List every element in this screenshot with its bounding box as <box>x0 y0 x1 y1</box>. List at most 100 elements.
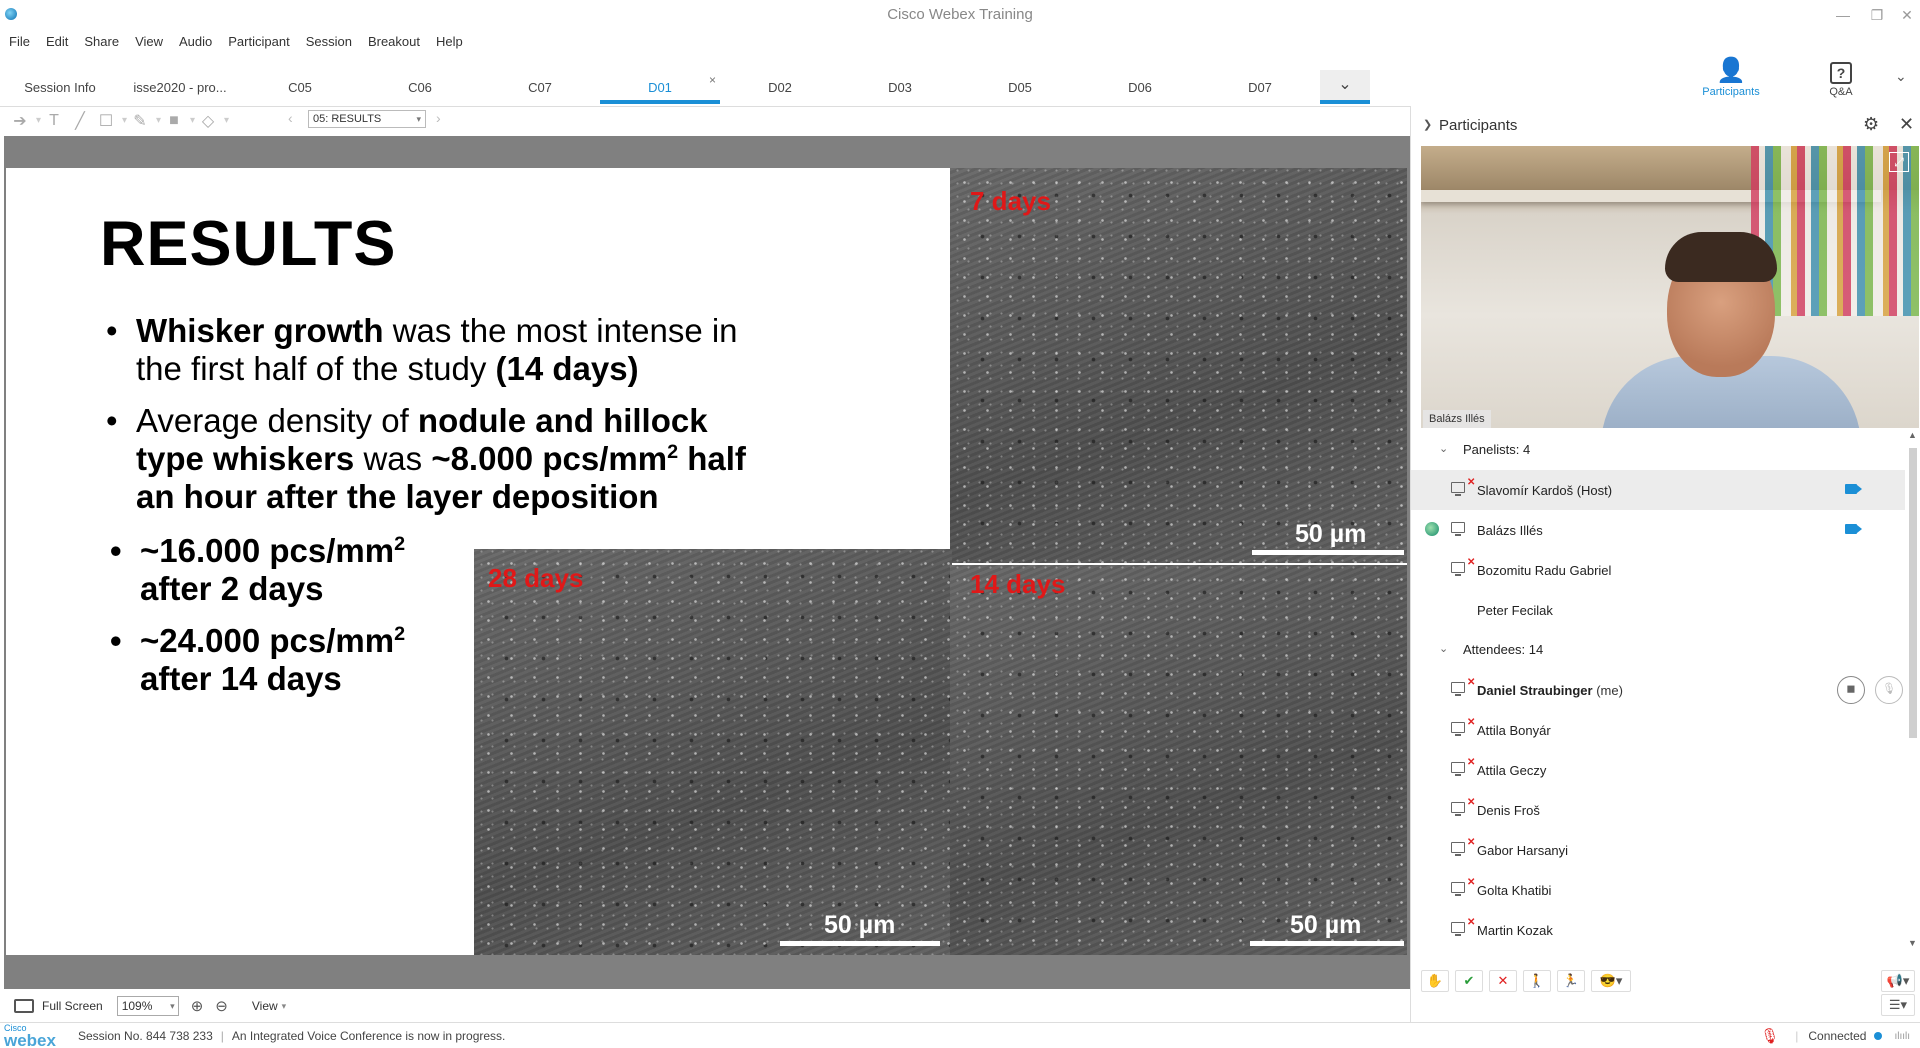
menu-view[interactable]: View <box>126 30 170 52</box>
list-item[interactable]: ✕ Gabor Harsanyi <box>1411 830 1905 870</box>
tab-d03[interactable]: D03 <box>840 70 960 104</box>
tabs-overflow-chevron-icon[interactable]: ⌄ <box>1320 70 1370 104</box>
dropdown-arrow-icon[interactable]: ▾ <box>36 115 44 126</box>
close-panel-icon[interactable]: ✕ <box>1899 114 1914 135</box>
zoom-value: 109% <box>121 999 153 1013</box>
connected-label: Connected <box>1808 1029 1867 1043</box>
zoom-out-icon[interactable]: ⊖ <box>215 997 228 1015</box>
start-video-icon[interactable]: ◼ <box>1837 676 1865 704</box>
eraser-icon[interactable]: ◇ <box>198 111 218 131</box>
menu-edit[interactable]: Edit <box>37 30 75 52</box>
tab-c07[interactable]: C07 <box>480 70 600 104</box>
attendees-group[interactable]: ⌄ Attendees: 14 <box>1411 630 1905 670</box>
participant-name: Balázs Illés <box>1477 523 1543 538</box>
scroll-down-icon[interactable]: ▼ <box>1908 938 1917 948</box>
list-item[interactable]: Peter Fecilak <box>1411 590 1905 630</box>
next-page-icon[interactable]: › <box>436 110 441 126</box>
zoom-select[interactable]: 109% ▾ <box>116 996 179 1016</box>
participants-panel-button[interactable]: 👤 Participants <box>1686 56 1776 98</box>
panelists-label: Panelists: 4 <box>1463 442 1531 457</box>
pointer-icon[interactable]: ➔ <box>10 111 30 131</box>
list-item[interactable]: Balázs Illés <box>1411 510 1905 550</box>
fullscreen-icon[interactable] <box>14 999 34 1013</box>
dropdown-arrow-icon[interactable]: ▾ <box>156 115 164 126</box>
list-item[interactable]: ✕ Attila Geczy <box>1411 750 1905 790</box>
muted-icon: ✕ <box>1467 477 1476 488</box>
chevron-down-icon: ⌄ <box>1439 643 1449 655</box>
view-menu[interactable]: View <box>252 999 278 1013</box>
dropdown-arrow-icon[interactable]: ▾ <box>190 115 198 126</box>
collapse-chevron-icon[interactable]: ❯ <box>1423 118 1432 131</box>
menu-breakout[interactable]: Breakout <box>359 30 427 52</box>
prev-page-icon[interactable]: ‹ <box>288 110 293 126</box>
device-icon <box>1451 682 1465 696</box>
chevron-down-icon: ▾ <box>170 1001 175 1011</box>
participant-name: Gabor Harsanyi <box>1477 843 1569 858</box>
list-item[interactable]: ✕ Martin Kozak <box>1411 910 1905 950</box>
list-item[interactable]: ✕ Bozomitu Radu Gabriel <box>1411 550 1905 590</box>
check-icon[interactable]: ✔ <box>1455 970 1483 992</box>
fullscreen-button[interactable]: Full Screen <box>42 999 103 1013</box>
raise-hand-icon[interactable]: ✋ <box>1421 970 1449 992</box>
tab-session-info[interactable]: Session Info <box>0 70 120 104</box>
panel-menu-chevron-icon[interactable]: ⌄ <box>1895 68 1907 85</box>
zoom-in-icon[interactable]: ⊕ <box>191 997 204 1015</box>
attendees-label: Attendees: 14 <box>1463 642 1544 657</box>
dropdown-arrow-icon[interactable]: ▾ <box>122 115 130 126</box>
tab-d02[interactable]: D02 <box>720 70 840 104</box>
video-speaker-name: Balázs Illés <box>1423 410 1491 428</box>
close-icon[interactable]: ✕ <box>1894 4 1920 26</box>
list-menu-icon[interactable]: ☰▾ <box>1881 994 1915 1016</box>
list-item[interactable]: ✕ Slavomír Kardoš (Host) <box>1411 470 1905 510</box>
menu-share[interactable]: Share <box>75 30 126 52</box>
list-item[interactable]: ✕ Golta Khatibi <box>1411 870 1905 910</box>
menu-participant[interactable]: Participant <box>219 30 296 52</box>
scrollbar-thumb[interactable] <box>1909 448 1917 738</box>
menu-session[interactable]: Session <box>297 30 359 52</box>
tab-d01[interactable]: D01 × <box>600 70 720 104</box>
go-faster-icon[interactable]: 🏃 <box>1557 970 1585 992</box>
menu-file[interactable]: File <box>0 30 37 52</box>
tab-d05[interactable]: D05 <box>960 70 1080 104</box>
rectangle-tool-icon[interactable]: ☐ <box>96 111 116 131</box>
bullet-average-density: Average density of nodule and hillock ty… <box>106 402 746 516</box>
mute-mic-icon[interactable]: 🎙 <box>1875 676 1903 704</box>
restore-icon[interactable]: ❐ <box>1864 4 1890 26</box>
pen-tool-icon[interactable]: ✎ <box>130 111 150 131</box>
tab-c06[interactable]: C06 <box>360 70 480 104</box>
scroll-up-icon[interactable]: ▲ <box>1908 430 1917 440</box>
color-tool-icon[interactable]: ■ <box>164 112 184 130</box>
list-item-me[interactable]: ✕ Daniel Straubinger (me) ◼ 🎙 <box>1411 670 1905 710</box>
chevron-down-icon: ⌄ <box>1439 443 1449 455</box>
bullet-24000: ~24.000 pcs/mm2after 14 days <box>110 622 510 698</box>
line-tool-icon[interactable]: ╱ <box>70 111 90 131</box>
tab-isse2020[interactable]: isse2020 - pro... <box>120 70 240 104</box>
scale-bar <box>1252 550 1404 555</box>
emoticon-icon[interactable]: 😎▾ <box>1591 970 1631 992</box>
menu-help[interactable]: Help <box>427 30 470 52</box>
tab-d07[interactable]: D07 <box>1200 70 1320 104</box>
minimize-icon[interactable]: — <box>1830 4 1856 26</box>
participant-list-scrollbar[interactable]: ▲ ▼ <box>1907 430 1919 950</box>
go-slower-icon[interactable]: 🚶 <box>1523 970 1551 992</box>
tab-d06[interactable]: D06 <box>1080 70 1200 104</box>
tab-close-icon[interactable]: × <box>709 62 716 98</box>
panelists-group[interactable]: ⌄ Panelists: 4 <box>1411 430 1905 470</box>
slide-viewer[interactable]: RESULTS Whisker growth was the most inte… <box>4 136 1410 989</box>
text-tool-icon[interactable]: T <box>44 112 64 130</box>
gear-icon[interactable]: ⚙ <box>1863 114 1879 135</box>
expand-video-icon[interactable]: ⤢ <box>1889 152 1909 172</box>
list-item[interactable]: ✕ Attila Bonyár <box>1411 710 1905 750</box>
qa-panel-button[interactable]: ? Q&A <box>1796 56 1886 98</box>
tab-c05[interactable]: C05 <box>240 70 360 104</box>
speaker-video[interactable]: ⤢ Balázs Illés <box>1421 146 1919 428</box>
page-select[interactable]: 05: RESULTS ▾ <box>308 110 426 128</box>
menu-audio[interactable]: Audio <box>170 30 219 52</box>
dropdown-arrow-icon[interactable]: ▾ <box>224 115 232 126</box>
status-bar: Cisco webex Session No. 844 738 233 | An… <box>0 1022 1920 1048</box>
announce-icon[interactable]: 📢▾ <box>1881 970 1915 992</box>
participants-panel: ❯ Participants ⚙ ✕ ⤢ Balázs Illés ⌄ Pane… <box>1410 106 1920 1022</box>
x-icon[interactable]: ✕ <box>1489 970 1517 992</box>
list-item[interactable]: ✕ Denis Froš <box>1411 790 1905 830</box>
muted-mic-icon[interactable]: 🎙 <box>1760 1027 1779 1045</box>
